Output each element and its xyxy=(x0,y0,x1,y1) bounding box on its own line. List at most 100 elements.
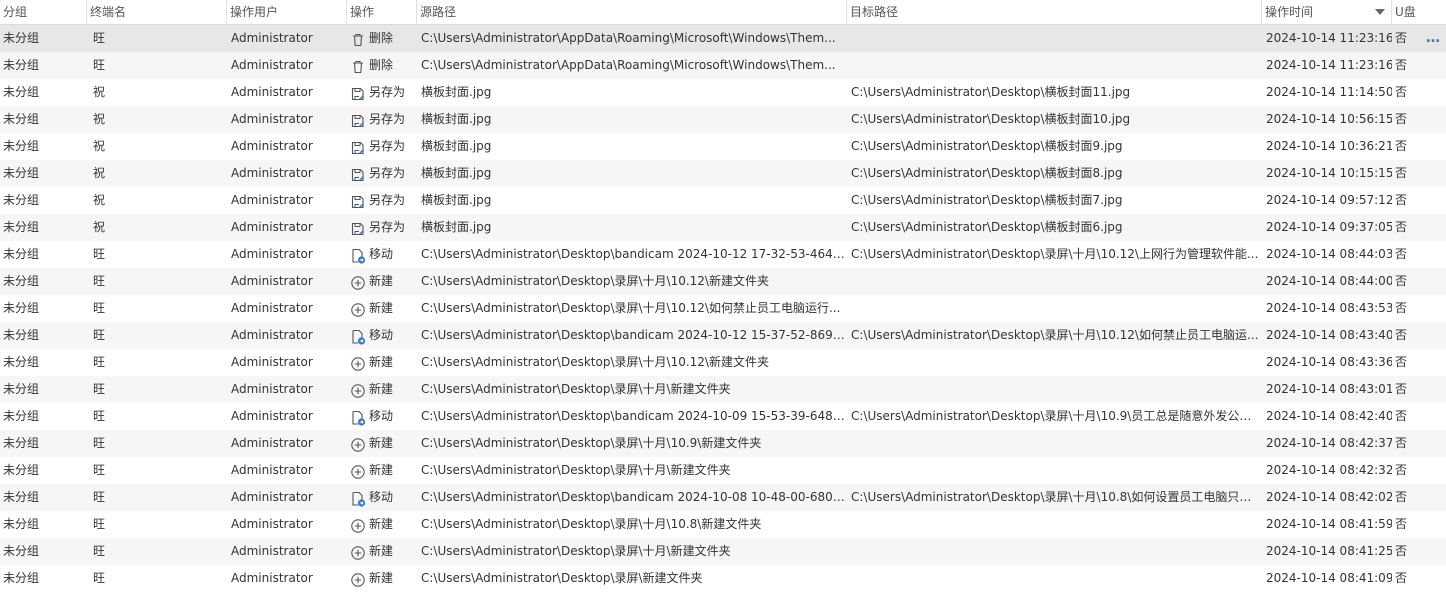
operation-label: 另存为 xyxy=(369,220,406,234)
usb-cell: 否 xyxy=(1395,166,1408,180)
column-header-target-path[interactable]: 目标路径 xyxy=(847,0,1262,24)
terminal-cell: 旺 xyxy=(93,31,106,45)
column-header-source-path[interactable]: 源路径 xyxy=(417,0,847,24)
time-cell: 2024-10-14 08:41:25 xyxy=(1266,544,1392,558)
file-operation-log-table: 分组 终端名 操作用户 操作 源路径 目标路径 操作时间 U盘 未分组旺 Admi… xyxy=(0,0,1446,592)
table-row[interactable]: 未分组 旺 Administrator 新建 C:\Users\Administrato… xyxy=(0,538,1446,565)
column-header-operation[interactable]: 操作 xyxy=(347,0,417,24)
source-path-cell: C:\Users\Administrator\Desktop\bandicam … xyxy=(421,328,847,342)
user-cell: Administrator xyxy=(231,274,313,288)
time-cell: 2024-10-14 08:43:40 xyxy=(1266,328,1392,342)
target-path-cell xyxy=(847,376,1262,403)
table-row[interactable]: 未分组 旺 Administrator 新建 C:\Users\Administrato… xyxy=(0,457,1446,484)
save-as-icon xyxy=(350,166,366,182)
usb-cell: 否 xyxy=(1395,85,1408,99)
table-row[interactable]: 未分组 旺 Administrator 新建 C:\Users\Administrato… xyxy=(0,268,1446,295)
source-path-cell: 横板封面.jpg xyxy=(421,193,492,207)
table-row[interactable]: 未分组 祝 Administrator 另存为 横板封面.jpg C:\Users\Adm… xyxy=(0,160,1446,187)
operation-label: 新建 xyxy=(369,463,394,477)
column-header-usb[interactable]: U盘 xyxy=(1392,0,1422,24)
operation-cell: 另存为 xyxy=(347,187,417,214)
table-row[interactable]: 未分组 旺 Administrator 新建 C:\Users\Administrato… xyxy=(0,349,1446,376)
user-cell: Administrator xyxy=(231,166,313,180)
group-cell: 未分组 xyxy=(3,355,40,369)
terminal-cell: 旺 xyxy=(93,490,106,504)
usb-cell: 否 xyxy=(1395,544,1408,558)
terminal-cell: 旺 xyxy=(93,517,106,531)
group-cell: 未分组 xyxy=(3,220,40,234)
time-cell: 2024-10-14 10:15:15 xyxy=(1266,166,1392,180)
usb-cell: 否 xyxy=(1395,409,1408,423)
table-row[interactable]: 未分组 旺 Administrator 删除 C:\Users\Administrato… xyxy=(0,25,1446,52)
user-cell: Administrator xyxy=(231,409,313,423)
time-cell: 2024-10-14 08:43:01 xyxy=(1266,382,1392,396)
time-cell: 2024-10-14 08:42:40 xyxy=(1266,409,1392,423)
group-cell: 未分组 xyxy=(3,85,40,99)
source-path-cell: C:\Users\Administrator\AppData\Roaming\M… xyxy=(421,58,836,72)
terminal-cell: 旺 xyxy=(93,328,106,342)
table-row[interactable]: 未分组 旺 Administrator 新建 C:\Users\Administrato… xyxy=(0,430,1446,457)
terminal-cell: 旺 xyxy=(93,301,106,315)
column-header-group[interactable]: 分组 xyxy=(0,0,87,24)
target-path-cell: C:\Users\Administrator\Desktop\录屏\十月\10.… xyxy=(851,409,1262,423)
terminal-cell: 旺 xyxy=(93,463,106,477)
table-row[interactable]: 未分组 祝 Administrator 另存为 横板封面.jpg C:\Users\Adm… xyxy=(0,79,1446,106)
table-row[interactable]: 未分组 旺 Administrator 移动 C:\Users\Administrato… xyxy=(0,484,1446,511)
time-cell: 2024-10-14 10:36:21 xyxy=(1266,139,1392,153)
column-header-user[interactable]: 操作用户 xyxy=(227,0,347,24)
time-cell: 2024-10-14 08:44:03 xyxy=(1266,247,1392,261)
usb-cell: 否 xyxy=(1395,274,1408,288)
source-path-cell: C:\Users\Administrator\Desktop\录屏\十月\10.… xyxy=(421,274,769,288)
table-row[interactable]: 未分组 旺 Administrator 删除 C:\Users\Administrato… xyxy=(0,52,1446,79)
terminal-cell: 旺 xyxy=(93,355,106,369)
table-row[interactable]: 未分组 旺 Administrator 新建 C:\Users\Administrato… xyxy=(0,376,1446,403)
table-row[interactable]: 未分组 祝 Administrator 另存为 横板封面.jpg C:\Users\Adm… xyxy=(0,106,1446,133)
usb-cell: 否 xyxy=(1395,247,1408,261)
usb-cell: 否 xyxy=(1395,58,1408,72)
target-path-cell xyxy=(847,349,1262,376)
add-circle-icon xyxy=(350,517,366,533)
target-path-cell xyxy=(847,538,1262,565)
move-file-icon xyxy=(350,409,366,426)
operation-label: 另存为 xyxy=(369,193,406,207)
time-cell: 2024-10-14 11:23:16 xyxy=(1266,31,1392,45)
table-row[interactable]: 未分组 祝 Administrator 另存为 横板封面.jpg C:\Users\Adm… xyxy=(0,133,1446,160)
operation-cell: 另存为 xyxy=(347,214,417,241)
column-header-time[interactable]: 操作时间 xyxy=(1262,0,1392,24)
user-cell: Administrator xyxy=(231,517,313,531)
operation-cell: 新建 xyxy=(347,376,417,403)
move-file-icon xyxy=(350,490,366,507)
sort-descending-icon[interactable] xyxy=(1375,9,1385,15)
group-cell: 未分组 xyxy=(3,328,40,342)
table-row[interactable]: 未分组 旺 Administrator 移动 C:\Users\Administrato… xyxy=(0,403,1446,430)
table-row[interactable]: 未分组 旺 Administrator 新建 C:\Users\Administrato… xyxy=(0,295,1446,322)
move-file-icon xyxy=(350,328,366,345)
group-cell: 未分组 xyxy=(3,274,40,288)
column-header-terminal[interactable]: 终端名 xyxy=(87,0,227,24)
table-row[interactable]: 未分组 旺 Administrator 新建 C:\Users\Administrato… xyxy=(0,511,1446,538)
more-actions-icon[interactable]: … xyxy=(1422,25,1446,52)
group-cell: 未分组 xyxy=(3,166,40,180)
target-path-cell xyxy=(847,430,1262,457)
operation-label: 删除 xyxy=(369,58,394,72)
operation-cell: 另存为 xyxy=(347,106,417,133)
source-path-cell: C:\Users\Administrator\Desktop\录屏\十月\10.… xyxy=(421,517,762,531)
source-path-cell: C:\Users\Administrator\AppData\Roaming\M… xyxy=(421,31,836,45)
usb-cell: 否 xyxy=(1395,139,1408,153)
operation-label: 另存为 xyxy=(369,166,406,180)
table-row[interactable]: 未分组 祝 Administrator 另存为 横板封面.jpg C:\Users\Adm… xyxy=(0,187,1446,214)
operation-label: 新建 xyxy=(369,301,394,315)
table-row[interactable]: 未分组 旺 Administrator 移动 C:\Users\Administrato… xyxy=(0,322,1446,349)
operation-cell: 另存为 xyxy=(347,79,417,106)
target-path-cell: C:\Users\Administrator\Desktop\横板封面6.jpg xyxy=(851,220,1123,234)
add-circle-icon xyxy=(350,571,366,587)
table-row[interactable]: 未分组 旺 Administrator 移动 C:\Users\Administrato… xyxy=(0,241,1446,268)
operation-label: 新建 xyxy=(369,382,394,396)
table-row[interactable]: 未分组 祝 Administrator 另存为 横板封面.jpg C:\Users\Adm… xyxy=(0,214,1446,241)
user-cell: Administrator xyxy=(231,544,313,558)
group-cell: 未分组 xyxy=(3,490,40,504)
time-cell: 2024-10-14 08:44:00 xyxy=(1266,274,1392,288)
time-cell: 2024-10-14 08:43:53 xyxy=(1266,301,1392,315)
table-body: 未分组旺 Administrator 删除 C:\Users\Administrato… xyxy=(0,25,1446,592)
source-path-cell: C:\Users\Administrator\Desktop\bandicam … xyxy=(421,247,847,261)
